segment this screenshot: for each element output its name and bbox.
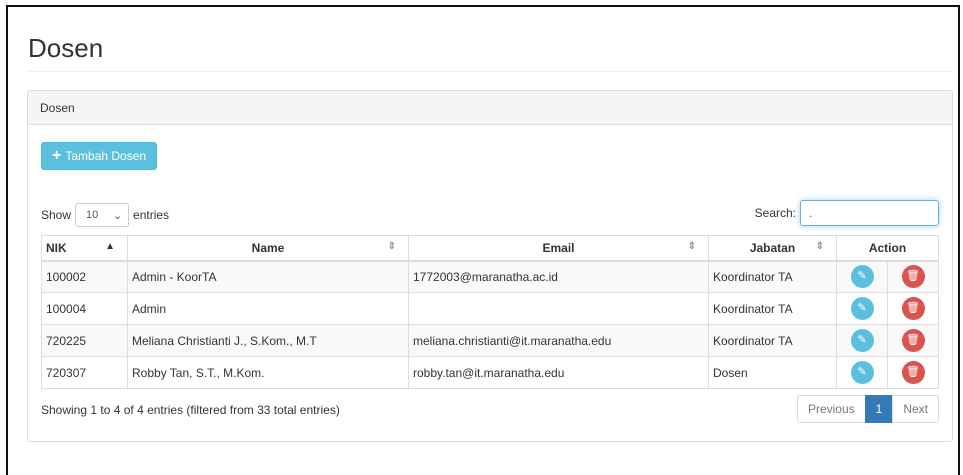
search-label: Search: bbox=[754, 206, 796, 220]
cell-jabatan: Koordinator TA bbox=[708, 324, 837, 357]
table-row: 100004 Admin Koordinator TA ✎ 🗑 bbox=[41, 292, 939, 325]
plus-icon: + bbox=[52, 147, 62, 164]
cell-email: 1772003@maranatha.ac.id bbox=[408, 260, 709, 293]
cell-edit: ✎ bbox=[836, 292, 888, 325]
add-dosen-button[interactable]: + Tambah Dosen bbox=[41, 142, 158, 170]
cell-delete: 🗑 bbox=[887, 324, 939, 357]
panel: Dosen + Tambah Dosen Show 10 ⌄ entries S… bbox=[27, 90, 953, 442]
cell-name: Admin bbox=[127, 292, 409, 325]
page-title: Dosen bbox=[28, 33, 104, 63]
length-control: Show 10 ⌄ entries bbox=[41, 203, 169, 227]
pencil-icon[interactable]: ✎ bbox=[850, 329, 874, 352]
cell-nik: 720307 bbox=[41, 356, 128, 389]
cell-jabatan: Dosen bbox=[708, 356, 837, 389]
cell-email bbox=[408, 292, 709, 325]
cell-nik: 720225 bbox=[41, 324, 128, 357]
table-row: 720307 Robby Tan, S.T., M.Kom. robby.tan… bbox=[41, 356, 939, 389]
trash-icon[interactable]: 🗑 bbox=[901, 297, 925, 320]
length-value: 10 bbox=[86, 209, 99, 221]
column-header-jabatan[interactable]: Jabatan ⇕ bbox=[708, 235, 837, 262]
search-input[interactable] bbox=[800, 200, 939, 226]
trash-icon[interactable]: 🗑 bbox=[901, 361, 925, 384]
chevron-down-icon: ⌄ bbox=[112, 209, 123, 222]
dosen-table: NIK ▲ Name ⇕ Email ⇕ Jabatan ⇕ Action 10… bbox=[41, 235, 939, 389]
pencil-icon[interactable]: ✎ bbox=[850, 265, 874, 289]
pagination: Previous 1 Next bbox=[796, 395, 939, 423]
table-info: Showing 1 to 4 of 4 entries (filtered fr… bbox=[41, 403, 340, 417]
table-header-row: NIK ▲ Name ⇕ Email ⇕ Jabatan ⇕ Action bbox=[41, 235, 939, 262]
column-header-email[interactable]: Email ⇕ bbox=[408, 235, 709, 262]
length-select[interactable]: 10 ⌄ bbox=[75, 203, 130, 227]
cell-name: Robby Tan, S.T., M.Kom. bbox=[127, 356, 409, 389]
cell-jabatan: Koordinator TA bbox=[708, 260, 837, 293]
sort-icon: ⇕ bbox=[687, 241, 696, 252]
previous-page-button[interactable]: Previous bbox=[796, 395, 866, 423]
table-row: 100002 Admin - KoorTA 1772003@maranatha.… bbox=[41, 260, 939, 293]
sort-icon: ⇕ bbox=[387, 241, 396, 252]
column-header-name[interactable]: Name ⇕ bbox=[127, 235, 409, 262]
add-dosen-label: Tambah Dosen bbox=[65, 149, 147, 163]
trash-icon[interactable]: 🗑 bbox=[901, 329, 925, 352]
column-header-action: Action bbox=[836, 235, 939, 262]
table-row: 720225 Meliana Christianti J., S.Kom., M… bbox=[41, 324, 939, 357]
cell-nik: 100002 bbox=[41, 260, 128, 293]
trash-icon[interactable]: 🗑 bbox=[901, 265, 925, 289]
show-label: Show bbox=[41, 208, 72, 222]
next-page-button[interactable]: Next bbox=[892, 395, 939, 423]
cell-edit: ✎ bbox=[836, 324, 888, 357]
cell-delete: 🗑 bbox=[887, 356, 939, 389]
sort-icon: ⇕ bbox=[815, 241, 824, 252]
cell-delete: 🗑 bbox=[887, 260, 939, 293]
cell-jabatan: Koordinator TA bbox=[708, 292, 837, 325]
cell-email: robby.tan@it.maranatha.edu bbox=[408, 356, 709, 389]
cell-delete: 🗑 bbox=[887, 292, 939, 325]
cell-edit: ✎ bbox=[836, 356, 888, 389]
page-1-button[interactable]: 1 bbox=[864, 395, 894, 423]
cell-email: meliana.christianti@it.maranatha.edu bbox=[408, 324, 709, 357]
cell-name: Admin - KoorTA bbox=[127, 260, 409, 293]
pencil-icon[interactable]: ✎ bbox=[850, 297, 874, 320]
search-control: Search: bbox=[755, 200, 939, 226]
pencil-icon[interactable]: ✎ bbox=[850, 361, 874, 384]
panel-heading: Dosen bbox=[28, 91, 952, 125]
sort-asc-icon: ▲ bbox=[105, 241, 115, 252]
column-header-nik[interactable]: NIK ▲ bbox=[41, 235, 128, 262]
entries-label: entries bbox=[133, 208, 170, 222]
cell-nik: 100004 bbox=[41, 292, 128, 325]
title-divider bbox=[28, 71, 953, 72]
cell-name: Meliana Christianti J., S.Kom., M.T bbox=[127, 324, 409, 357]
cell-edit: ✎ bbox=[836, 260, 888, 293]
